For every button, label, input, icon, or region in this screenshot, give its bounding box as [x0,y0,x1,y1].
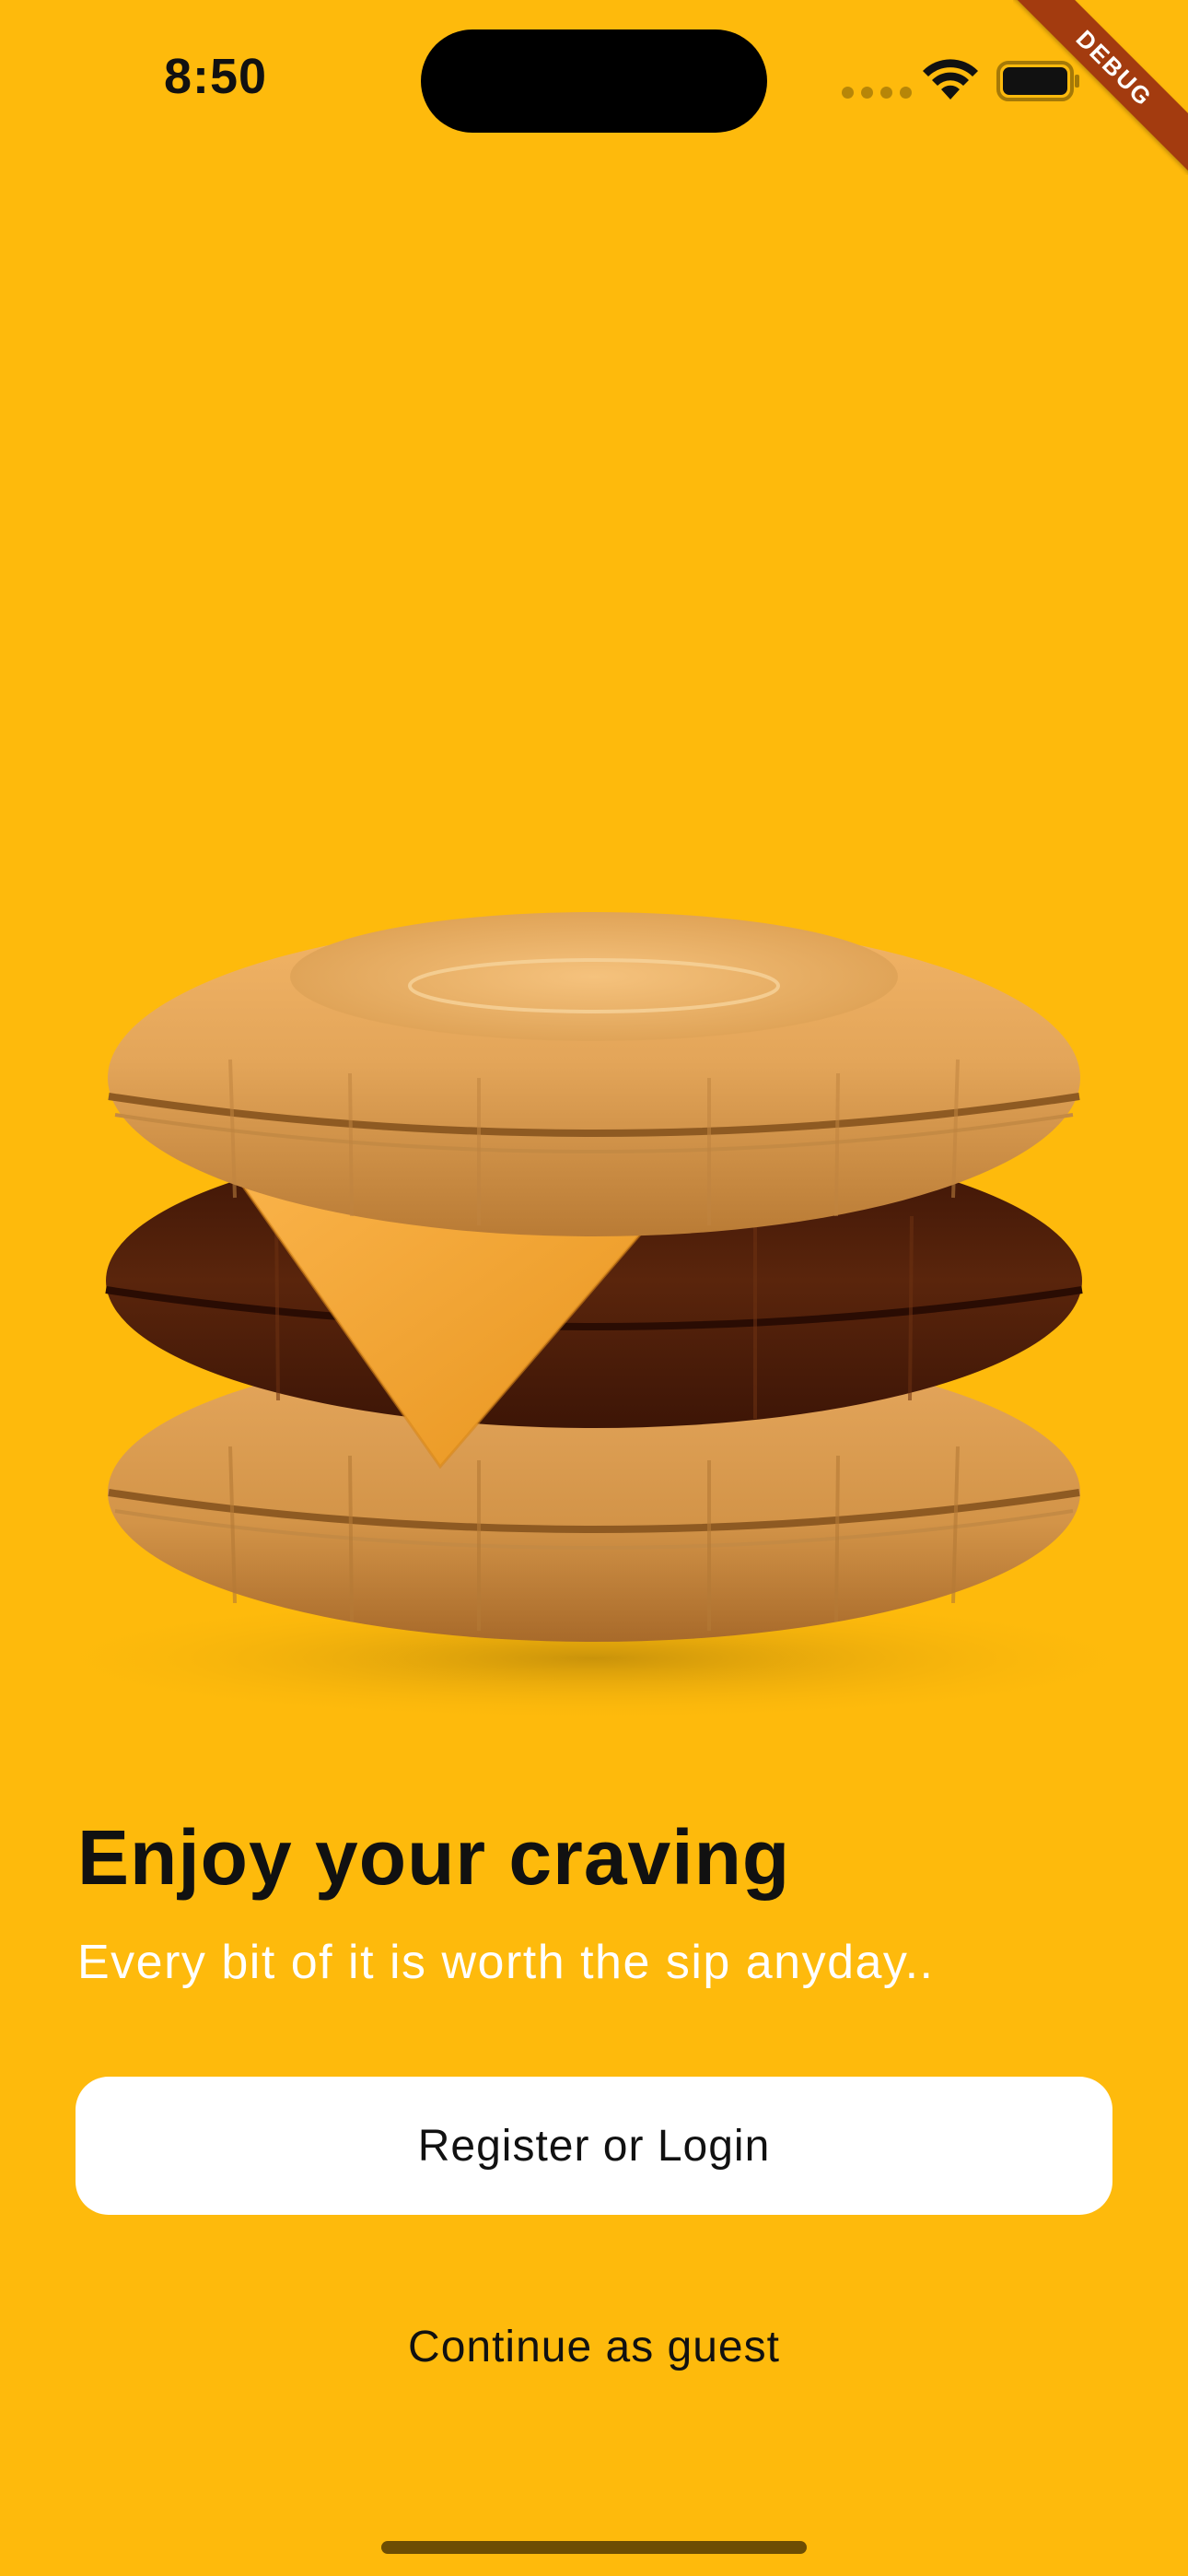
welcome-subline: Every bit of it is worth the sip anyday.… [77,1936,935,1989]
welcome-headline: Enjoy your craving [77,1814,791,1901]
burger-float-illustration [23,912,1165,1723]
wifi-icon [923,59,978,100]
status-time: 8:50 [164,49,268,104]
debug-banner: DEBUG [1013,0,1188,175]
cellular-signal-icon [842,87,912,99]
debug-banner-label: DEBUG [1013,0,1188,175]
register-or-login-button[interactable]: Register or Login [76,2077,1112,2215]
continue-as-guest-link[interactable]: Continue as guest [0,2322,1188,2372]
dynamic-island [421,29,767,133]
home-indicator[interactable] [381,2541,807,2554]
welcome-screen: 8:50 DEBUG Enjoy your craving Every bit … [0,0,1188,2576]
